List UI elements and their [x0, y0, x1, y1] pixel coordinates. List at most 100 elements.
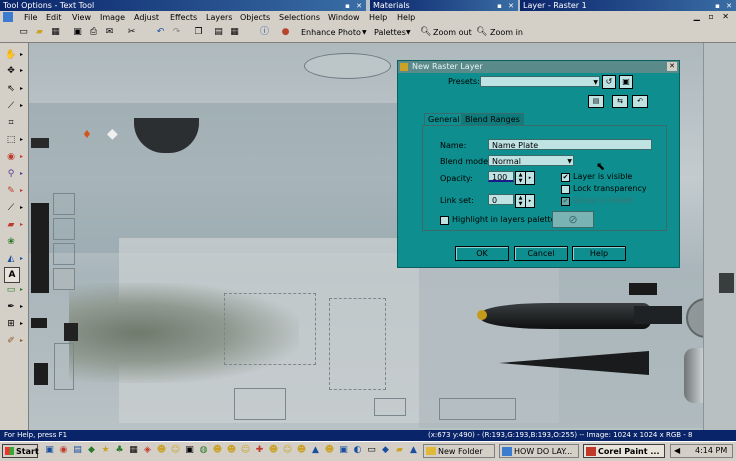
undo-preset-icon[interactable]: ↶ [632, 95, 648, 108]
menu-image[interactable]: Image [100, 11, 125, 24]
paint-brush-tool-icon[interactable]: ✎ ▸ [4, 184, 23, 198]
enhance-photo-button[interactable]: Enhance Photo [301, 24, 361, 42]
cancel-button[interactable]: Cancel [514, 246, 568, 261]
menu-effects[interactable]: Effects [170, 11, 197, 24]
palettes-dropdown-icon[interactable]: ▼ [406, 24, 411, 42]
text-tool-icon[interactable]: A [4, 267, 20, 283]
quicklaunch-icon[interactable]: ◈ [142, 445, 153, 456]
blend-mode-select[interactable]: Normal ▼ [488, 155, 574, 166]
window-controls[interactable]: ▪ ✕ [497, 1, 516, 11]
window-controls[interactable]: ▪ ✕ [715, 1, 734, 11]
presets-select[interactable]: ▼ [480, 76, 600, 87]
red-eye-tool-icon[interactable]: ◉ ▸ [4, 150, 23, 164]
link-set-slider-button[interactable]: ▸ [525, 194, 535, 208]
quicklaunch-icon[interactable]: ◆ [380, 445, 391, 456]
layer-visible-checkbox[interactable]: ✔ [561, 173, 570, 182]
quicklaunch-icon[interactable]: ◍ [198, 445, 209, 456]
ok-button[interactable]: OK [455, 246, 509, 261]
pan-tool-icon[interactable]: ✋ ▸ [4, 48, 23, 62]
quicklaunch-icon[interactable]: ▣ [184, 445, 195, 456]
no-color-swatch-icon[interactable]: ⊘ [552, 211, 594, 228]
lock-transparency-checkbox[interactable] [561, 185, 570, 194]
layer-titlebar[interactable]: Layer - Raster 1 ▪ ✕ [520, 0, 736, 11]
menu-layers[interactable]: Layers [206, 11, 232, 24]
print-icon[interactable]: ⎙ [88, 27, 99, 38]
save-preset-icon[interactable]: ▣ [619, 75, 633, 89]
randomize-icon[interactable]: ⇆ [612, 95, 628, 108]
quicklaunch-icon[interactable]: ▲ [408, 445, 419, 456]
reset-preset-icon[interactable]: ↺ [602, 75, 616, 89]
open-folder-icon[interactable]: ▰ [34, 27, 45, 38]
quicklaunch-icon[interactable]: ☺ [240, 445, 251, 456]
menu-view[interactable]: View [72, 11, 91, 24]
menu-objects[interactable]: Objects [240, 11, 270, 24]
eraser-tool-icon[interactable]: ▰ ▸ [4, 218, 23, 232]
highlight-checkbox[interactable] [440, 216, 449, 225]
dialog-close-button[interactable]: ✕ [667, 62, 677, 71]
volume-icon[interactable]: ◀ [674, 446, 680, 455]
copy-icon[interactable]: ❐ [193, 27, 204, 38]
opacity-slider-button[interactable]: ▸ [525, 171, 535, 185]
undo-icon[interactable]: ↶ [155, 27, 166, 38]
quicklaunch-icon[interactable]: ★ [100, 445, 111, 456]
picture-tube-tool-icon[interactable]: ❀ [4, 235, 18, 249]
link-set-field[interactable]: 0 [488, 194, 514, 205]
quicklaunch-icon[interactable]: ☻ [324, 445, 335, 456]
palettes-button[interactable]: Palettes [374, 24, 406, 42]
browse-icon[interactable]: ▦ [50, 27, 61, 38]
redo-icon[interactable]: ↷ [171, 27, 182, 38]
quicklaunch-icon[interactable]: ☻ [226, 445, 237, 456]
quicklaunch-icon[interactable]: ◐ [352, 445, 363, 456]
materials-titlebar[interactable]: Materials ▪ ✕ [370, 0, 518, 11]
menu-help-2[interactable]: Help [397, 11, 415, 24]
quicklaunch-icon[interactable]: ▲ [310, 445, 321, 456]
quicklaunch-icon[interactable]: ▦ [128, 445, 139, 456]
enhance-photo-dropdown-icon[interactable]: ▼ [362, 24, 367, 42]
window-controls[interactable]: ▪ ✕ [345, 1, 364, 11]
enhance-photo-icon[interactable]: ● [280, 27, 291, 38]
dodge-tool-icon[interactable]: ⟋ ▸ [4, 201, 23, 215]
dialog-titlebar[interactable]: New Raster Layer ✕ [398, 61, 679, 73]
zoom-out-icon[interactable]: 🔍︎ [420, 27, 431, 38]
oil-brush-tool-icon[interactable]: ✐ ▸ [4, 334, 23, 348]
zoom-in-button[interactable]: Zoom in [490, 24, 523, 42]
quicklaunch-icon[interactable]: ♣ [114, 445, 125, 456]
opacity-field[interactable]: 100 [488, 171, 514, 182]
app-icon[interactable] [3, 12, 13, 22]
warp-tool-icon[interactable]: ⊞ ▸ [4, 317, 23, 331]
menu-window[interactable]: Window [328, 11, 360, 24]
new-file-icon[interactable]: ▭ [18, 27, 29, 38]
quicklaunch-icon[interactable]: ▤ [72, 445, 83, 456]
preview-icon[interactable]: ▤ [588, 95, 604, 108]
start-button[interactable]: Start [2, 444, 39, 458]
quicklaunch-icon[interactable]: ☺ [170, 445, 181, 456]
task-how-do-lay[interactable]: HOW DO LAY... [499, 444, 579, 458]
quicklaunch-icon[interactable]: ☺ [282, 445, 293, 456]
quicklaunch-icon[interactable]: ▣ [44, 445, 55, 456]
shape-tool-icon[interactable]: ▭ ▸ [4, 283, 23, 297]
dropper-tool-icon[interactable]: ⟋ ▸ [4, 99, 23, 113]
quicklaunch-icon[interactable]: ☻ [268, 445, 279, 456]
quicklaunch-icon[interactable]: ☻ [212, 445, 223, 456]
save-icon[interactable]: ▣ [72, 27, 83, 38]
move-tool-icon[interactable]: ✥ ▸ [4, 64, 23, 78]
quicklaunch-icon[interactable]: ◆ [86, 445, 97, 456]
paste-icon[interactable]: ▤ [213, 27, 224, 38]
clock[interactable]: 4:14 PM [695, 446, 727, 455]
tool-options-titlebar[interactable]: Tool Options - Text Tool ▪ ✕ [0, 0, 366, 11]
grid-icon[interactable]: ▦ [229, 27, 240, 38]
crop-tool-icon[interactable]: ⌗ [4, 116, 18, 130]
email-icon[interactable]: ✉ [104, 27, 115, 38]
clone-tool-icon[interactable]: ⚲ ▸ [4, 167, 23, 181]
pen-tool-icon[interactable]: ✒ ▸ [4, 300, 23, 314]
menu-edit[interactable]: Edit [46, 11, 62, 24]
task-corel-paint[interactable]: Corel Paint ... [583, 444, 665, 458]
info-icon[interactable]: ⓘ [259, 27, 270, 38]
quicklaunch-icon[interactable]: ☻ [296, 445, 307, 456]
zoom-out-button[interactable]: Zoom out [433, 24, 472, 42]
quicklaunch-icon[interactable]: ◉ [58, 445, 69, 456]
menu-help[interactable]: Help [369, 11, 387, 24]
help-button[interactable]: Help [572, 246, 626, 261]
zoom-in-icon[interactable]: 🔍︎ [476, 27, 487, 38]
mdi-controls[interactable]: ▁ ▫ ✕ [694, 12, 732, 21]
